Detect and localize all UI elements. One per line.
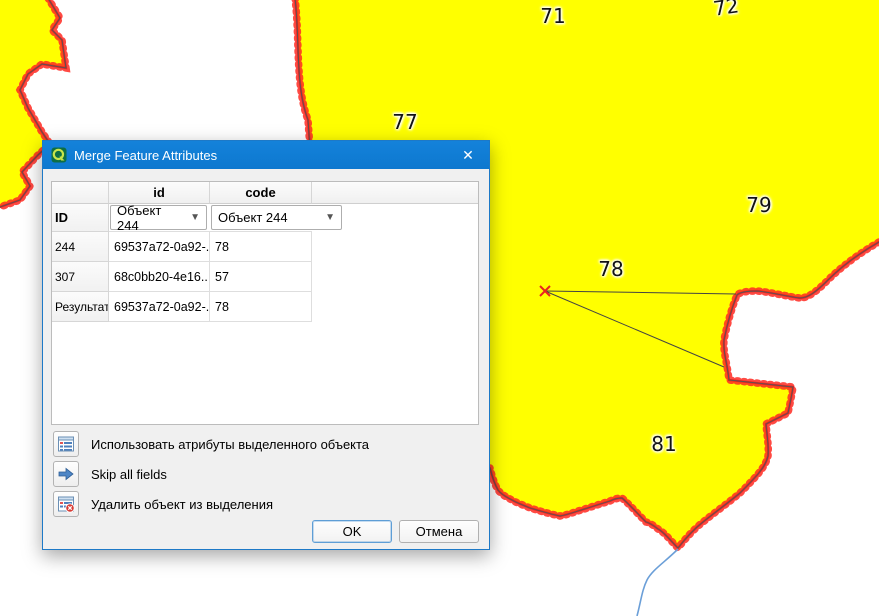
combo-value: Объект 244 <box>117 202 162 233</box>
column-header-filler <box>312 182 478 204</box>
dialog-titlebar[interactable]: Merge Feature Attributes <box>43 141 489 169</box>
remove-feature-from-selection-label: Удалить объект из выделения <box>91 496 274 512</box>
combo-value: Объект 244 <box>218 210 288 225</box>
map-canvas[interactable]: 71 72 77 79 78 81 Merge Feature Attribut… <box>0 0 879 616</box>
action-row: Skip all fields <box>53 461 167 487</box>
sliver-feature-lines <box>544 290 737 368</box>
chevron-down-icon: ▼ <box>190 212 200 223</box>
merge-mode-cell-code: Объект 244 ▼ <box>210 204 342 232</box>
cell-244-id[interactable]: 69537a72-0a92-... <box>109 232 210 262</box>
arrow-right-icon <box>58 467 74 481</box>
row-header-id: ID <box>52 204 109 232</box>
cancel-button[interactable]: Отмена <box>399 520 479 543</box>
white-region-right <box>490 242 879 616</box>
action-row: Удалить объект из выделения <box>53 491 273 517</box>
map-label: 77 <box>392 110 418 134</box>
column-header-id[interactable]: id <box>109 182 210 204</box>
cell-244-code[interactable]: 78 <box>210 232 312 262</box>
row-header-result: Результат <box>52 292 109 322</box>
dialog-title: Merge Feature Attributes <box>74 147 218 163</box>
cell-result-id[interactable]: 69537a72-0a92-... <box>109 292 210 322</box>
use-selected-attributes-button[interactable] <box>53 431 79 457</box>
cell-307-id[interactable]: 68c0bb20-4e16... <box>109 262 210 292</box>
map-label: 71 <box>540 4 566 28</box>
table-corner-header <box>52 182 109 204</box>
cell-307-code[interactable]: 57 <box>210 262 312 292</box>
remove-feature-from-selection-button[interactable] <box>53 491 79 517</box>
skip-all-fields-label: Skip all fields <box>91 466 167 482</box>
row-header-307: 307 <box>52 262 109 292</box>
action-row: Использовать атрибуты выделенного объект… <box>53 431 369 457</box>
chevron-down-icon: ▼ <box>325 212 335 223</box>
merge-attributes-table: id code ID Объект 244 ▼ Объект 244 ▼ 244… <box>51 181 479 425</box>
map-label: 72 <box>711 0 741 21</box>
attributes-table-icon <box>58 436 74 452</box>
ok-button[interactable]: OK <box>312 520 392 543</box>
map-label: 78 <box>598 257 624 281</box>
column-header-code[interactable]: code <box>210 182 312 204</box>
merge-mode-cell-id: Объект 244 ▼ <box>109 202 210 233</box>
map-label: 79 <box>746 193 772 217</box>
cell-result-code[interactable]: 78 <box>210 292 312 322</box>
use-selected-attributes-label: Использовать атрибуты выделенного объект… <box>91 436 370 452</box>
remove-selection-icon <box>58 496 75 513</box>
row-header-244: 244 <box>52 232 109 262</box>
close-icon[interactable]: ✕ <box>447 141 489 169</box>
skip-all-fields-button[interactable] <box>53 461 79 487</box>
merge-mode-combobox-code[interactable]: Объект 244 ▼ <box>211 205 342 230</box>
merge-mode-combobox-id[interactable]: Объект 244 ▼ <box>110 202 207 233</box>
qgis-logo-icon <box>51 147 67 163</box>
map-label: 81 <box>651 432 677 456</box>
merge-feature-attributes-dialog: Merge Feature Attributes ✕ id code ID Об… <box>42 140 490 550</box>
